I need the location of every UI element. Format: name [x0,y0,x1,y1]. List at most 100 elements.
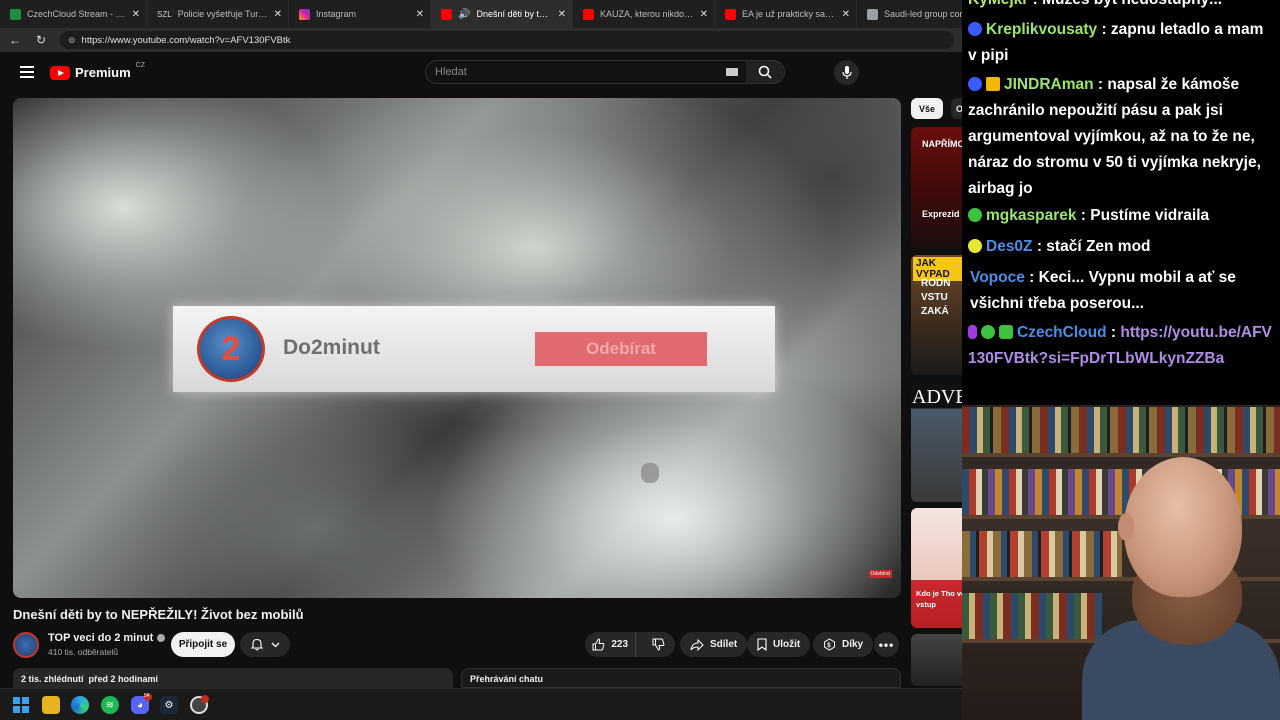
subscriber-count: 410 tis. odběratelů [48,647,118,657]
close-tab-icon[interactable]: ✕ [842,9,850,20]
szl-favicon-icon: SZL [157,9,172,19]
tab-instagram[interactable]: Instagram ✕ [289,0,431,28]
chat-message: Kreplikvousaty : zapnu letadlo a mam v p… [968,21,1264,64]
search-input[interactable]: Hledat [426,66,726,78]
search-button[interactable] [746,61,784,83]
browser-tab-strip: CzechCloud Stream - Watch ✕ SZL Policie … [0,0,962,28]
windows-taskbar: ≋ ◕ 54 ⚙ [0,688,962,720]
close-tab-icon[interactable]: ✕ [416,9,424,20]
thumbs-up-icon [592,638,605,651]
edge-icon[interactable] [71,696,89,714]
webcam-feed [962,405,1280,720]
share-icon [690,638,704,651]
banner-subscribe-label: Odebírat [535,332,707,366]
discord-badge: 54 [144,693,152,701]
chip-all[interactable]: Vše [911,98,943,119]
sub-badge-icon [968,77,982,91]
sub-badge-icon [999,325,1013,339]
subscribe-watermark[interactable]: Odebírat [868,570,892,578]
voice-search-button[interactable] [834,60,859,85]
cursor-icon [641,463,659,483]
discord-icon[interactable]: ◕ 54 [131,693,152,714]
description-box[interactable]: 2 tis. zhlédnutí před 2 hodinami [13,668,453,688]
chat-message: Vopoce : Keci... Vypnu mobil a ať se vši… [970,269,1236,312]
windows-start-icon[interactable] [12,696,30,714]
tab-saudi[interactable]: Saudi-led group complet [857,0,962,28]
youtube-play-icon [50,65,70,80]
back-arrow-icon[interactable]: ← [8,33,22,47]
steam-icon[interactable]: ⚙ [160,696,178,714]
search-icon [758,65,772,79]
youtube-favicon-icon [583,8,594,20]
bookshelf [962,593,1102,639]
verified-icon [157,634,166,642]
tab-active-video[interactable]: 🔊 Dnešní děti by to NEPŘE ✕ [431,0,573,28]
stream-chat-overlay: KyMejkr : Můžeš být nedostupný... Krepli… [962,0,1280,405]
screen: CzechCloud Stream - Watch ✕ SZL Policie … [0,0,1280,720]
join-button[interactable]: Připojit se [171,632,235,657]
news-favicon-icon [867,8,878,20]
bell-icon [250,638,263,651]
tab-policie[interactable]: SZL Policie vyšetřuje Turkovu neh ✕ [147,0,289,28]
super-thanks-icon: $ [824,638,835,651]
sub-badge-icon [968,208,982,222]
close-tab-icon[interactable]: ✕ [132,9,140,20]
streamer-ear [1118,513,1134,541]
bookshelf [962,531,1122,577]
tab-kauza[interactable]: KAUZA, kterou nikdo NECHÁ ✕ [573,0,715,28]
keyboard-icon[interactable] [726,68,738,76]
close-tab-icon[interactable]: ✕ [274,9,282,20]
youtube-favicon-icon [725,8,736,20]
more-actions-button[interactable]: ••• [874,632,899,657]
url-text: https://www.youtube.com/watch?v=AFV130FV… [81,34,291,46]
thumbs-down-icon [652,638,665,651]
thanks-button[interactable]: $ Díky [813,632,874,657]
url-field[interactable]: ⊜ https://www.youtube.com/watch?v=AFV130… [60,31,954,49]
czechcloud-favicon-icon [10,8,21,20]
video-player[interactable]: 2 Do2minut Odebírat Odebírat [13,98,901,598]
file-explorer-icon[interactable] [42,696,60,714]
banner-channel-name: Do2minut [283,336,380,359]
chat-message: mgkasparek : Pustíme vidraila [968,203,1276,229]
spotify-icon[interactable]: ≋ [101,696,119,714]
close-tab-icon[interactable]: ✕ [558,9,566,20]
channel-avatar[interactable] [13,632,39,658]
tab-czechcloud[interactable]: CzechCloud Stream - Watch ✕ [0,0,147,28]
like-button[interactable]: 223 [585,632,637,657]
notifications-button[interactable] [240,632,290,657]
streamer-head [1124,457,1242,597]
chevron-down-icon [271,642,279,647]
menu-icon[interactable] [20,66,34,78]
chat-message: Des0Z : stačí Zen mod [968,234,1276,260]
share-button[interactable]: Sdílet [680,632,748,657]
chat-link[interactable]: https://youtu.be/AFV130FVBtk?si=FpDrTLbW… [968,324,1272,367]
chat-message: JINDRAman : napsal že kámoše zachránilo … [968,76,1261,197]
channel-name[interactable]: TOP veci do 2 minut [48,632,166,644]
chat-replay-box[interactable]: Přehrávání chatu [461,668,901,688]
address-bar: ← ↻ ⊜ https://www.youtube.com/watch?v=AF… [0,28,962,52]
obs-icon[interactable] [190,695,209,714]
microphone-icon [841,65,852,79]
speaker-icon[interactable]: 🔊 [458,9,470,20]
bookmark-icon [757,638,767,651]
close-tab-icon[interactable]: ✕ [700,9,708,20]
bookshelf [962,407,1280,453]
channel-logo-icon: 2 [197,316,265,382]
like-dislike-group: 223 [585,632,675,657]
instagram-favicon-icon [299,8,310,20]
sub-badge-icon [968,239,982,253]
dislike-button[interactable] [642,638,675,651]
reload-icon[interactable]: ↻ [34,33,48,47]
save-button[interactable]: Uložit [747,632,811,657]
crown-badge-icon [986,77,1000,91]
youtube-masthead: Premium CZ Hledat [0,52,962,96]
youtube-logo[interactable]: Premium CZ [50,62,145,80]
chat-message: KyMejkr : Můžeš být nedostupný... [968,0,1276,13]
site-info-icon[interactable]: ⊜ [68,35,76,46]
youtube-favicon-icon [441,8,452,20]
tab-ea[interactable]: EA je už prakticky saúdská. E ✕ [715,0,857,28]
search-bar[interactable]: Hledat [425,60,785,84]
sub-badge-icon [968,22,982,36]
chat-message: CzechCloud : https://youtu.be/AFV130FVBt… [968,324,1272,367]
more-horizontal-icon: ••• [878,637,895,652]
